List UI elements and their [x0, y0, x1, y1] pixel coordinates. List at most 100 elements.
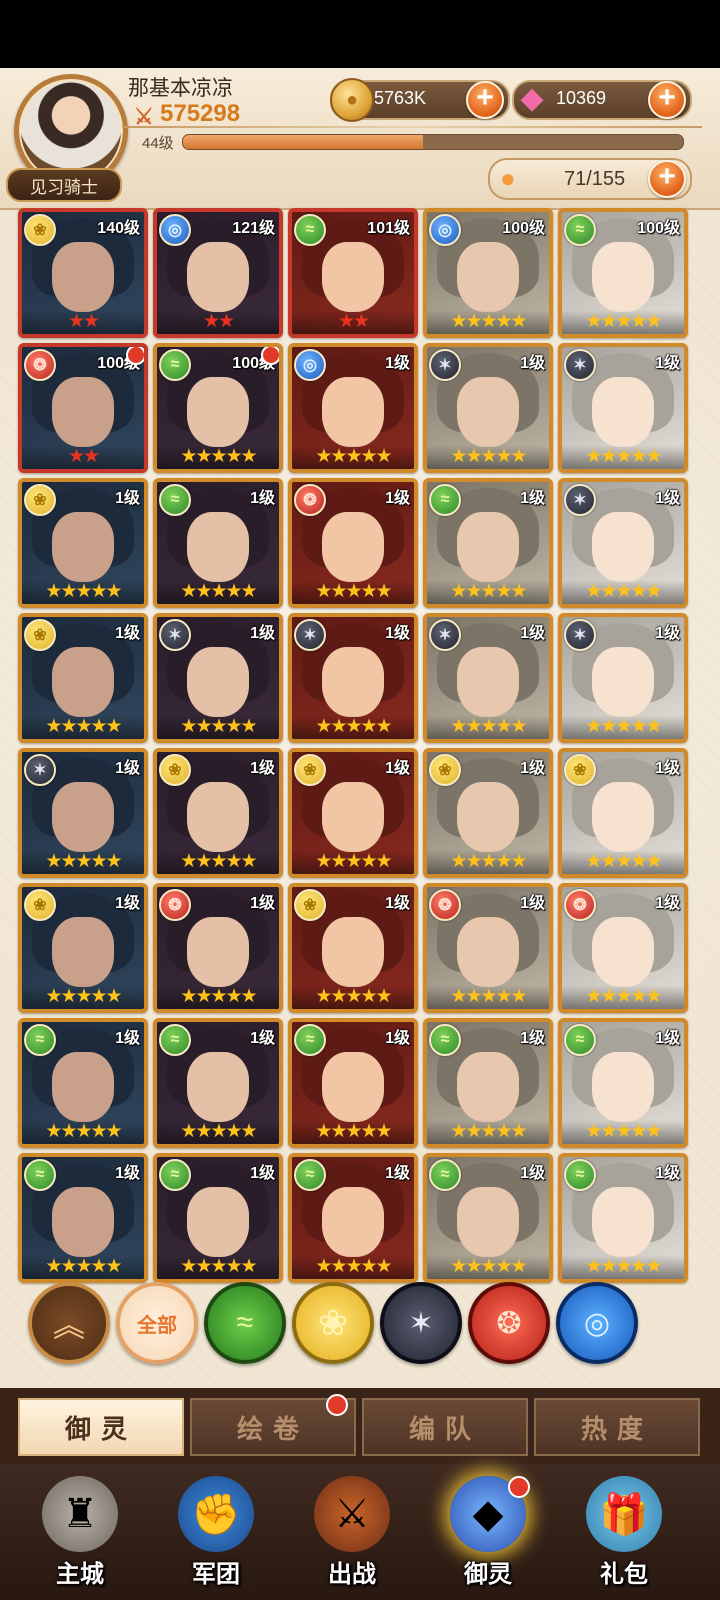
hero-star-rating: ★★★★★: [427, 715, 549, 739]
hero-level: 1级: [115, 1030, 140, 1047]
hero-card[interactable]: ◎ 121级 ★★: [153, 208, 283, 338]
hero-portrait-face: [592, 1187, 654, 1257]
hero-card[interactable]: ❀ 140级 ★★: [18, 208, 148, 338]
gift-shop-icon: 🎁: [586, 1476, 662, 1552]
hero-card[interactable]: ✶ 1级 ★★★★★: [423, 343, 553, 473]
hero-card[interactable]: ✶ 1级 ★★★★★: [558, 478, 688, 608]
hero-level: 1级: [250, 895, 275, 912]
nav-item-0[interactable]: ♜ 主城: [20, 1472, 140, 1596]
hero-card[interactable]: ≈1级 ★★★★★: [153, 1153, 283, 1283]
sword-gate-icon: ⚔: [314, 1476, 390, 1552]
dark-faction-icon: ✶: [294, 619, 326, 651]
hero-portrait-face: [592, 377, 654, 447]
add-coins-button[interactable]: +: [466, 81, 504, 119]
filter-all-button[interactable]: 全部: [116, 1282, 198, 1364]
hero-card[interactable]: ≈100级 ★★★★★: [153, 343, 283, 473]
hero-portrait-face: [322, 1052, 384, 1122]
hero-card[interactable]: ◎ 1级 ★★★★★: [288, 343, 418, 473]
hero-card[interactable]: ❀ 1级 ★★★★★: [288, 748, 418, 878]
hero-portrait-face: [187, 377, 249, 447]
nav-item-3[interactable]: ◆ 御灵: [428, 1472, 548, 1596]
hero-card[interactable]: ❂ 1级 ★★★★★: [558, 883, 688, 1013]
nav-item-1[interactable]: ✊ 军团: [156, 1472, 276, 1596]
coin-amount: 5763K: [374, 88, 427, 108]
hero-card[interactable]: ≈1级 ★★★★★: [288, 1153, 418, 1283]
hero-card[interactable]: ❀ 1级 ★★★★★: [153, 748, 283, 878]
green-faction-icon: ≈: [159, 484, 191, 516]
hero-card[interactable]: ≈100级 ★★★★★: [558, 208, 688, 338]
filter-blue-button[interactable]: ◎: [556, 1282, 638, 1364]
expand-roster-button[interactable]: +: [648, 160, 686, 198]
hero-level: 1级: [655, 760, 680, 777]
hero-card[interactable]: ≈101级 ★★: [288, 208, 418, 338]
hero-card[interactable]: ✶ 1级 ★★★★★: [18, 748, 148, 878]
hero-card[interactable]: ✶ 1级 ★★★★★: [153, 613, 283, 743]
hero-card[interactable]: ❀ 1级 ★★★★★: [18, 883, 148, 1013]
nav-label: 礼包: [600, 1561, 648, 1588]
dark-faction-icon: ✶: [429, 349, 461, 381]
blue-faction-icon: ◎: [429, 214, 461, 246]
hero-star-rating: ★★★★★: [22, 985, 144, 1009]
hero-card[interactable]: ✶ 1级 ★★★★★: [423, 613, 553, 743]
hero-card[interactable]: ❂ 100级 ★★: [18, 343, 148, 473]
hero-card[interactable]: ≈1级 ★★★★★: [18, 1153, 148, 1283]
gem-amount: 10369: [556, 88, 607, 108]
hero-level: 1级: [250, 1030, 275, 1047]
hero-card[interactable]: ≈1级 ★★★★★: [558, 1018, 688, 1148]
hero-card[interactable]: ❀ 1级 ★★★★★: [288, 883, 418, 1013]
hero-card[interactable]: ≈1级 ★★★★★: [423, 478, 553, 608]
notification-dot: [508, 1476, 530, 1498]
hero-card[interactable]: ❂ 1级 ★★★★★: [288, 478, 418, 608]
add-gems-button[interactable]: +: [648, 81, 686, 119]
hero-card[interactable]: ✶ 1级 ★★★★★: [558, 613, 688, 743]
hero-card[interactable]: ✶ 1级 ★★★★★: [558, 343, 688, 473]
fist-shield-icon: ✊: [178, 1476, 254, 1552]
hero-portrait-face: [187, 647, 249, 717]
hero-card[interactable]: ❂ 1级 ★★★★★: [153, 883, 283, 1013]
hero-level: 1级: [655, 625, 680, 642]
tab-0[interactable]: 御灵: [18, 1398, 184, 1456]
gem-icon: ◆: [520, 81, 544, 115]
red-faction-icon: ❂: [294, 484, 326, 516]
hero-card[interactable]: ≈1级 ★★★★★: [153, 1018, 283, 1148]
hero-card[interactable]: ≈1级 ★★★★★: [423, 1018, 553, 1148]
filter-dark-button[interactable]: ✶: [380, 1282, 462, 1364]
filter-gold-button[interactable]: ❀: [292, 1282, 374, 1364]
gold-faction-icon: ❀: [24, 619, 56, 651]
nav-item-4[interactable]: 🎁 礼包: [564, 1472, 684, 1596]
filter-red-button[interactable]: ❂: [468, 1282, 550, 1364]
player-header: 见习骑士 那基本凉凉 ⚔ 575298 44级 ● 5763K + ◆ 1036…: [0, 68, 720, 210]
tab-1[interactable]: 绘卷: [190, 1394, 356, 1456]
tab-2[interactable]: 编队: [362, 1398, 528, 1456]
hero-star-rating: ★★★★★: [562, 580, 684, 604]
hero-card[interactable]: ❂ 1级 ★★★★★: [423, 883, 553, 1013]
red-faction-icon: ❂: [429, 889, 461, 921]
filter-green-button[interactable]: ≈: [204, 1282, 286, 1364]
hero-card[interactable]: ❀ 1级 ★★★★★: [18, 478, 148, 608]
nav-item-2[interactable]: ⚔ 出战: [292, 1472, 412, 1596]
hero-card[interactable]: ≈1级 ★★★★★: [288, 1018, 418, 1148]
hero-portrait-face: [187, 1052, 249, 1122]
hero-card[interactable]: ≈1级 ★★★★★: [18, 1018, 148, 1148]
hero-card[interactable]: ✶ 1级 ★★★★★: [288, 613, 418, 743]
hero-card[interactable]: ≈1级 ★★★★★: [153, 478, 283, 608]
hero-star-rating: ★★★★★: [292, 985, 414, 1009]
hero-card[interactable]: ≈1级 ★★★★★: [423, 1153, 553, 1283]
hero-star-rating: ★★★★★: [427, 850, 549, 874]
hero-star-rating: ★★★★★: [292, 715, 414, 739]
filter-collapse-button[interactable]: ︽: [28, 1282, 110, 1364]
hero-card[interactable]: ❀ 1级 ★★★★★: [423, 748, 553, 878]
hero-star-rating: ★★★★★: [157, 715, 279, 739]
hero-card[interactable]: ❀ 1级 ★★★★★: [18, 613, 148, 743]
hero-star-rating: ★★★★★: [562, 445, 684, 469]
player-level: 44级: [142, 135, 174, 152]
hero-level: 1级: [385, 895, 410, 912]
hero-portrait-face: [592, 917, 654, 987]
hero-card[interactable]: ≈1级 ★★★★★: [558, 1153, 688, 1283]
hero-star-rating: ★★★★★: [22, 850, 144, 874]
tab-3[interactable]: 热度: [534, 1398, 700, 1456]
hero-level: 1级: [520, 490, 545, 507]
hero-portrait-face: [457, 1052, 519, 1122]
hero-card[interactable]: ❀ 1级 ★★★★★: [558, 748, 688, 878]
hero-card[interactable]: ◎ 100级 ★★★★★: [423, 208, 553, 338]
